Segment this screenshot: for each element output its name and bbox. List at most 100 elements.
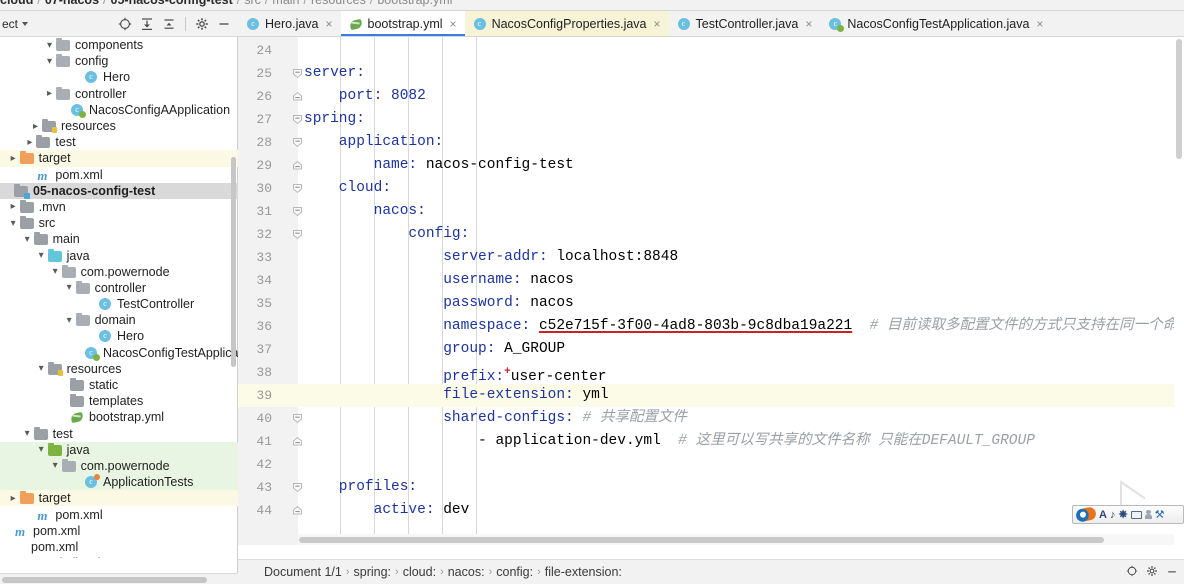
editor-tab-nacosconfigproperties-java[interactable]: c NacosConfigProperties.java × (464, 11, 669, 36)
code-line-39[interactable]: file-extension: yml (298, 384, 1184, 407)
tree-item-resources[interactable]: resources (0, 361, 238, 377)
chevron-down-icon[interactable] (22, 21, 29, 26)
gutter-line-34[interactable]: 34 (238, 269, 298, 292)
chevron-down-icon[interactable] (36, 363, 47, 374)
project-panel-title[interactable]: ect (2, 17, 29, 31)
gutter-line-25[interactable]: 25 (238, 62, 302, 85)
gutter-line-36[interactable]: 36 (238, 315, 298, 338)
gutter-line-41[interactable]: 41 (238, 430, 302, 453)
tree-item-hero[interactable]: c Hero (0, 69, 238, 85)
status-breadcrumb-item-file-extension-[interactable]: file-extension: (545, 565, 622, 579)
status-breadcrumb-item-config-[interactable]: config: (496, 565, 533, 579)
tree-item-target[interactable]: target (0, 490, 238, 507)
chevron-down-icon[interactable] (36, 444, 47, 455)
gutter-line-39[interactable]: 39 (238, 384, 298, 407)
tab-close-icon[interactable]: × (805, 17, 812, 31)
code-line-29[interactable]: name: nacos-config-test (298, 154, 1184, 177)
tree-item-test[interactable]: test (0, 134, 238, 150)
status-breadcrumb-item-nacos-[interactable]: nacos: (448, 565, 485, 579)
tree-item-pom-xml[interactable]: m pom.xml (0, 506, 238, 523)
keyboard-icon[interactable] (1130, 510, 1142, 519)
gutter-line-26[interactable]: 26 (238, 85, 302, 108)
expand-all-icon[interactable] (137, 14, 157, 34)
tree-item-pom-xml[interactable]: m pom.xml (0, 523, 238, 539)
editor-vscrollbar[interactable] (1174, 37, 1184, 545)
tab-close-icon[interactable]: × (654, 17, 661, 31)
gutter-line-32[interactable]: 32 (238, 223, 302, 246)
chevron-down-icon[interactable] (36, 250, 47, 261)
tree-item-config[interactable]: config (0, 53, 238, 69)
chevron-down-icon[interactable] (64, 282, 75, 293)
code-content[interactable]: server: port: 8082 spring: application: n… (298, 37, 1184, 545)
tree-item-components[interactable]: components (0, 37, 238, 53)
tree-item-java[interactable]: java (0, 247, 238, 263)
project-tree-scrollbar[interactable] (230, 37, 237, 558)
tree-item-controller[interactable]: controller (0, 86, 238, 102)
tab-close-icon[interactable]: × (1036, 17, 1043, 31)
tree-item-hero[interactable]: c Hero (0, 328, 238, 344)
chevron-down-icon[interactable] (44, 56, 55, 67)
sogou-ime-icon[interactable] (1074, 506, 1098, 523)
breadcrumb-item-src[interactable]: src (244, 0, 261, 7)
code-line-25[interactable]: server: (298, 62, 1184, 85)
code-line-36[interactable]: namespace: c52e715f-3f00-4ad8-803b-9c8db… (298, 315, 1184, 338)
wrench-icon[interactable]: ⚒ (1155, 508, 1165, 521)
editor-tab-nacosconfigtestapplication-java[interactable]: c NacosConfigTestApplication.java × (820, 11, 1052, 36)
code-line-42[interactable] (298, 453, 1184, 476)
minimize-icon[interactable] (1166, 565, 1178, 580)
scrollbar-thumb[interactable] (1176, 39, 1182, 159)
tree-item-templates[interactable]: templates (0, 393, 238, 409)
tree-item-testcontroller[interactable]: c TestController (0, 296, 238, 312)
chevron-down-icon[interactable] (50, 266, 61, 277)
breadcrumb-item-05-nacos-config-test[interactable]: 05-nacos-config-test (111, 0, 233, 7)
code-line-34[interactable]: username: nacos (298, 269, 1184, 292)
project-tree-hscrollbar[interactable] (0, 573, 238, 584)
person-icon[interactable] (1144, 510, 1152, 519)
editor-hscrollbar[interactable] (298, 534, 1184, 545)
chevron-down-icon[interactable] (50, 460, 61, 471)
gutter-line-40[interactable]: 40 (238, 407, 302, 430)
gutter-line-30[interactable]: 30 (238, 177, 302, 200)
settings-gear-icon[interactable] (192, 14, 212, 34)
tab-close-icon[interactable]: × (450, 17, 457, 31)
chevron-down-icon[interactable] (44, 40, 55, 51)
tree-item-src[interactable]: src (0, 215, 238, 231)
scrollbar-thumb[interactable] (299, 537, 1104, 543)
tree-item-resources[interactable]: resources (0, 118, 238, 134)
settings-gear-icon[interactable] (1146, 565, 1158, 580)
tree-item-test[interactable]: test (0, 426, 238, 442)
code-line-28[interactable]: application: (298, 131, 1184, 154)
breadcrumb-item-bootstrap-yml[interactable]: bootstrap.yml (377, 0, 452, 7)
tree-item-controller[interactable]: controller (0, 280, 238, 296)
code-line-32[interactable]: config: (298, 223, 1184, 246)
document-indicator[interactable]: Document 1/1 (264, 565, 342, 579)
project-tree[interactable]: componentsconfigcHerocontrollercNacosCon… (0, 37, 238, 558)
ime-button-♪[interactable]: ♪ (1110, 509, 1116, 521)
tree-item-domain[interactable]: domain (0, 312, 238, 328)
chevron-right-icon[interactable] (44, 88, 55, 99)
ime-button-✵[interactable]: ✵ (1118, 508, 1127, 521)
chevron-down-icon[interactable] (22, 428, 33, 439)
gutter-line-27[interactable]: 27 (238, 108, 302, 131)
editor-tab-testcontroller-java[interactable]: c TestController.java × (668, 11, 821, 36)
editor-tab-hero-java[interactable]: c Hero.java × (238, 11, 341, 36)
chevron-right-icon[interactable] (24, 137, 35, 148)
code-line-37[interactable]: group: A_GROUP (298, 338, 1184, 361)
chevron-right-icon[interactable] (30, 121, 41, 132)
code-line-38[interactable]: prefix:+user-center (298, 361, 1184, 385)
tree-item-target[interactable]: target (0, 150, 238, 167)
tree-item-pom-xml[interactable]: m pom.xml (0, 167, 238, 183)
code-line-41[interactable]: - application-dev.yml # 这里可以写共享的文件名称 只能在… (298, 430, 1184, 453)
gutter-line-43[interactable]: 43 (238, 476, 302, 499)
scrollbar-thumb[interactable] (2, 577, 207, 583)
chevron-right-icon[interactable] (8, 201, 19, 212)
gutter-line-37[interactable]: 37 (238, 338, 298, 361)
gutter-line-29[interactable]: 29 (238, 154, 302, 177)
chevron-right-icon[interactable] (8, 153, 19, 164)
chevron-down-icon[interactable] (8, 218, 19, 229)
ime-toolbar[interactable]: A ♪ ✵ ⚒ (1072, 505, 1184, 524)
code-line-43[interactable]: profiles: (298, 476, 1184, 499)
tree-item-bootstrap-yml[interactable]: bootstrap.yml (0, 409, 238, 425)
tree-item-pom-xml[interactable]: pom.xml (0, 539, 238, 555)
scrollbar-thumb[interactable] (231, 157, 236, 367)
